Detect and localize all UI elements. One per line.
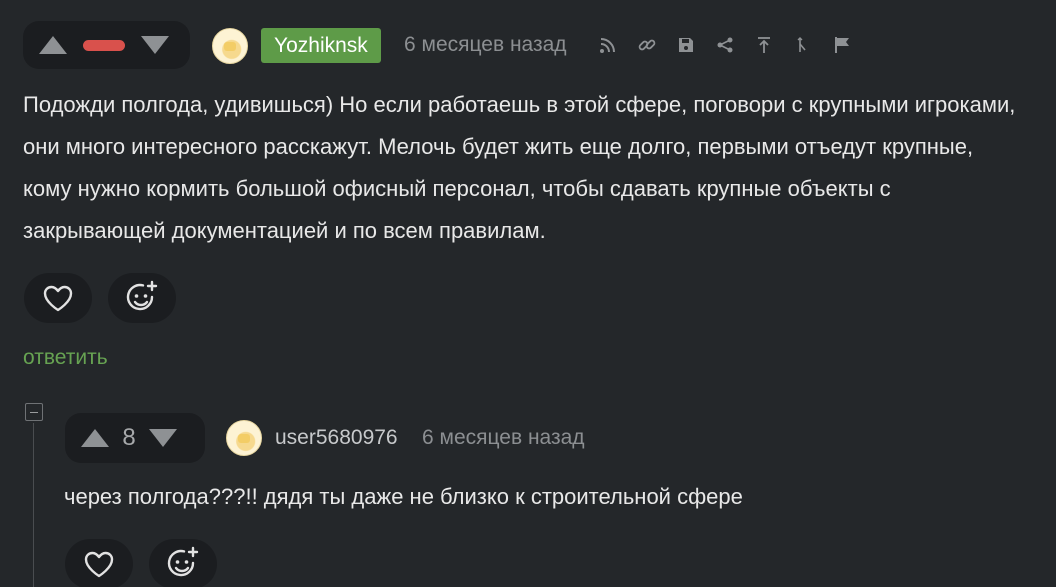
- vote-widget: 8: [65, 413, 205, 463]
- vote-count: 8: [122, 424, 136, 451]
- link-icon: [638, 39, 656, 51]
- pin-to-top-icon: [758, 37, 770, 53]
- comment-text: через полгода???!! дядя ты даже не близк…: [64, 484, 743, 509]
- downvote-button[interactable]: [139, 32, 171, 58]
- like-button[interactable]: [24, 273, 92, 323]
- share-button[interactable]: [714, 34, 736, 56]
- subscribe-button[interactable]: [597, 34, 619, 56]
- report-button[interactable]: [831, 34, 853, 56]
- comment-actions: [597, 34, 853, 56]
- avatar[interactable]: [226, 420, 262, 456]
- report-flag-icon: [835, 37, 849, 53]
- comment-text: Подожди полгода, удивишься) Но если рабо…: [23, 92, 1016, 243]
- vote-widget: [23, 21, 190, 69]
- hide-icon: [797, 37, 806, 52]
- copy-link-button[interactable]: [636, 34, 658, 56]
- emoji-add-icon: [126, 280, 158, 311]
- scroll-to-parent-button[interactable]: [753, 34, 775, 56]
- comment-time[interactable]: 6 месяцев назад: [404, 33, 567, 57]
- avatar[interactable]: [212, 28, 248, 64]
- rating-hidden-bar: [83, 39, 125, 51]
- reply-link[interactable]: ответить: [23, 346, 108, 370]
- downvote-button[interactable]: [147, 425, 179, 451]
- arrow-down-icon: [141, 36, 169, 54]
- upvote-button[interactable]: [79, 425, 111, 451]
- emoji-add-icon: [167, 546, 199, 577]
- like-button[interactable]: [65, 539, 133, 587]
- rss-icon: [600, 38, 615, 53]
- collapse-thread-button[interactable]: [25, 403, 43, 421]
- heart-icon: [84, 551, 114, 578]
- arrow-up-icon: [39, 36, 67, 54]
- author-name[interactable]: user5680976: [275, 426, 398, 450]
- heart-icon: [43, 285, 73, 312]
- thread-line[interactable]: [33, 423, 34, 587]
- share-icon: [717, 37, 733, 53]
- arrow-up-icon: [81, 429, 109, 447]
- comments-page: Yozhiknsk 6 месяцев назад Подожди полгод…: [0, 0, 1056, 587]
- upvote-button[interactable]: [37, 32, 69, 58]
- hide-branch-button[interactable]: [792, 34, 814, 56]
- add-reaction-button[interactable]: [149, 539, 217, 587]
- add-reaction-button[interactable]: [108, 273, 176, 323]
- author-name[interactable]: Yozhiknsk: [261, 28, 381, 63]
- save-button[interactable]: [675, 34, 697, 56]
- save-icon: [679, 38, 693, 52]
- comment-time[interactable]: 6 месяцев назад: [422, 426, 585, 450]
- arrow-down-icon: [149, 429, 177, 447]
